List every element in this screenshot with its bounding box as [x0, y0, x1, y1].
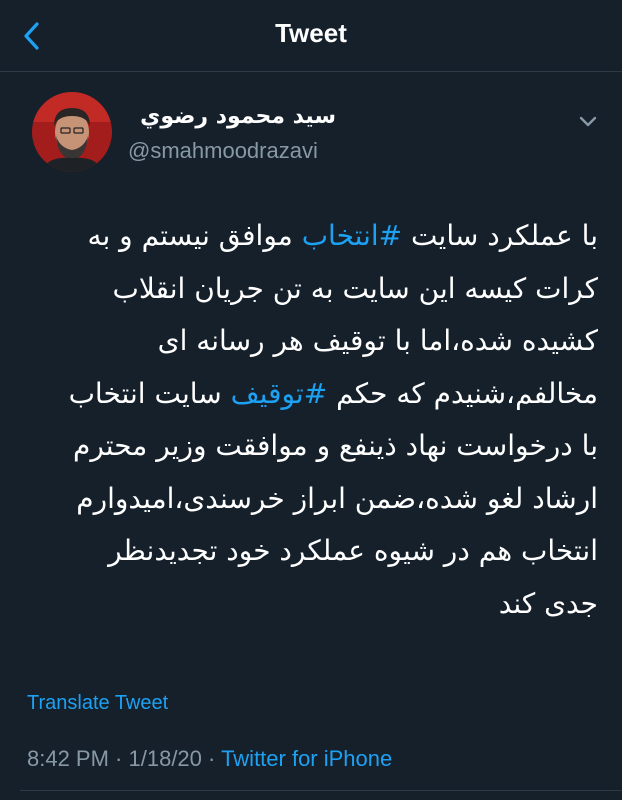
hashtag-link[interactable]: #توقیف	[231, 377, 328, 410]
page-title: Tweet	[275, 18, 347, 48]
top-bar: Tweet	[0, 0, 622, 72]
tweet-line: انتخاب هم در شیوه عملکرد خود تجدیدنظر	[108, 534, 598, 567]
tweet-line: با درخواست نهاد ذینفع و موافقت وزیر محتر…	[73, 429, 598, 462]
meta-separator: ·	[108, 746, 129, 771]
tweet-metadata: 8:42 PM · 1/18/20 · Twitter for iPhone	[27, 746, 392, 772]
hashtag-link[interactable]: #انتخاب	[302, 219, 402, 252]
divider	[20, 790, 622, 791]
tweet-line: ارشاد لغو شده،ضمن ابراز خرسندی،امیدوارم	[76, 481, 598, 515]
tweet-line: کرات کیسه این سایت به تن جریان انقلاب	[112, 271, 598, 305]
author-handle[interactable]: @smahmoodrazavi	[128, 138, 318, 164]
tweet-date: 1/18/20	[128, 746, 202, 771]
avatar[interactable]	[32, 92, 112, 172]
tweet-source-link[interactable]: Twitter for iPhone	[221, 746, 392, 771]
tweet-line: جدی کند	[498, 586, 598, 620]
tweet-line: کشیده شده،اما با توقیف هر رسانه ای	[157, 324, 598, 357]
meta-separator: ·	[201, 746, 222, 771]
author-name[interactable]: سید محمود رضوي	[140, 104, 336, 129]
tweet-line: مخالفم،شنیدم که حکم #توقیف سایت انتخاب	[68, 376, 598, 410]
chevron-down-icon	[579, 116, 597, 127]
tweet-detail: سید محمود رضوي @smahmoodrazavi با عملکرد…	[0, 72, 622, 800]
translate-tweet-link[interactable]: Translate Tweet	[27, 692, 168, 715]
avatar-photo	[32, 92, 112, 172]
tweet-time: 8:42 PM	[27, 746, 109, 771]
tweet-text: با عملکرد سایت #انتخاب موافق نیستم و به …	[18, 210, 598, 630]
tweet-menu-button[interactable]	[574, 108, 602, 136]
tweet-line: با عملکرد سایت #انتخاب موافق نیستم و به	[87, 219, 598, 252]
